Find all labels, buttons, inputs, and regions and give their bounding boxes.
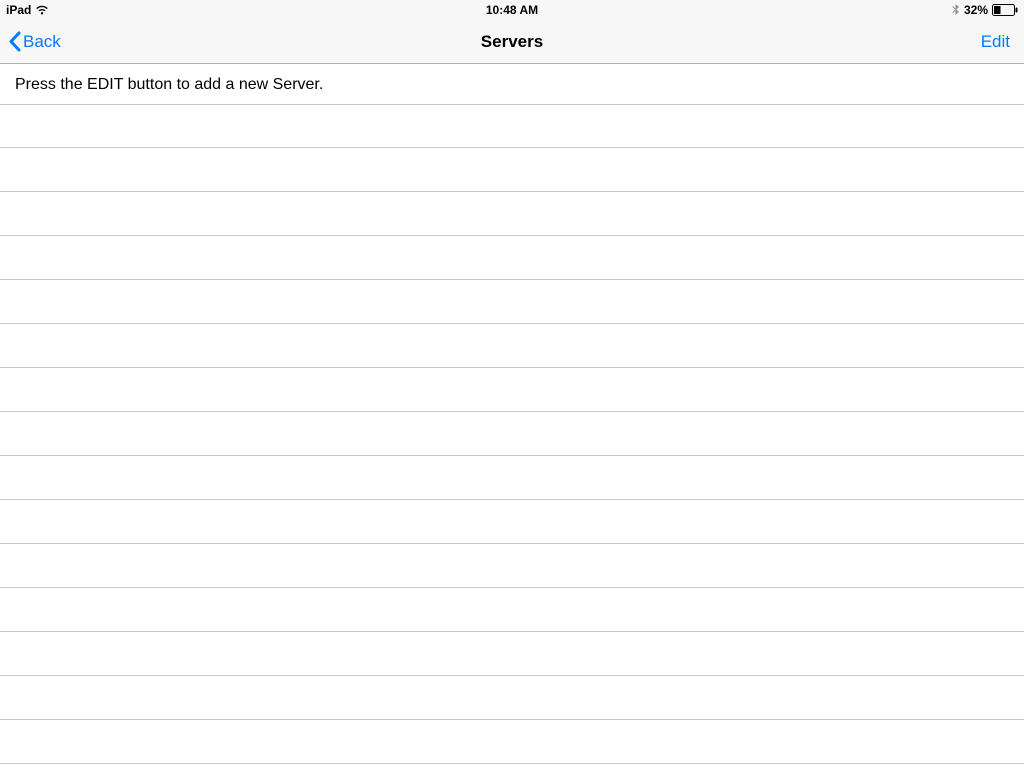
row-content xyxy=(15,368,1024,411)
row-content xyxy=(15,720,1024,763)
status-left: iPad xyxy=(6,3,49,17)
table-row[interactable] xyxy=(0,500,1024,544)
server-list xyxy=(0,104,1024,764)
table-row[interactable] xyxy=(0,544,1024,588)
table-row[interactable] xyxy=(0,632,1024,676)
battery-pct: 32% xyxy=(964,3,988,17)
table-row[interactable] xyxy=(0,192,1024,236)
device-label: iPad xyxy=(6,3,31,17)
row-content xyxy=(15,148,1024,191)
table-row[interactable] xyxy=(0,456,1024,500)
row-content xyxy=(15,632,1024,675)
table-row[interactable] xyxy=(0,412,1024,456)
row-content xyxy=(15,588,1024,631)
row-content xyxy=(15,544,1024,587)
status-time: 10:48 AM xyxy=(486,3,538,17)
battery-icon xyxy=(992,4,1018,16)
status-right: 32% xyxy=(952,3,1018,17)
row-content xyxy=(15,192,1024,235)
bluetooth-icon xyxy=(952,4,960,16)
table-row[interactable] xyxy=(0,148,1024,192)
row-content xyxy=(15,676,1024,719)
table-row[interactable] xyxy=(0,720,1024,764)
nav-bar: Back Servers Edit xyxy=(0,20,1024,64)
table-row[interactable] xyxy=(0,368,1024,412)
table-row[interactable] xyxy=(0,280,1024,324)
row-content xyxy=(15,105,1024,147)
wifi-icon xyxy=(35,5,49,15)
table-row[interactable] xyxy=(0,676,1024,720)
row-content xyxy=(15,280,1024,323)
row-content xyxy=(15,324,1024,367)
row-content xyxy=(15,412,1024,455)
back-button[interactable]: Back xyxy=(8,31,61,52)
chevron-left-icon xyxy=(8,31,21,52)
edit-button[interactable]: Edit xyxy=(981,32,1016,52)
back-label: Back xyxy=(23,32,61,52)
table-row[interactable] xyxy=(0,324,1024,368)
table-row[interactable] xyxy=(0,588,1024,632)
row-content xyxy=(15,500,1024,543)
instruction-text: Press the EDIT button to add a new Serve… xyxy=(0,64,1024,104)
nav-title: Servers xyxy=(481,32,543,52)
table-row[interactable] xyxy=(0,104,1024,148)
row-content xyxy=(15,456,1024,499)
status-bar: iPad 10:48 AM 32% xyxy=(0,0,1024,20)
row-content xyxy=(15,236,1024,279)
table-row[interactable] xyxy=(0,236,1024,280)
